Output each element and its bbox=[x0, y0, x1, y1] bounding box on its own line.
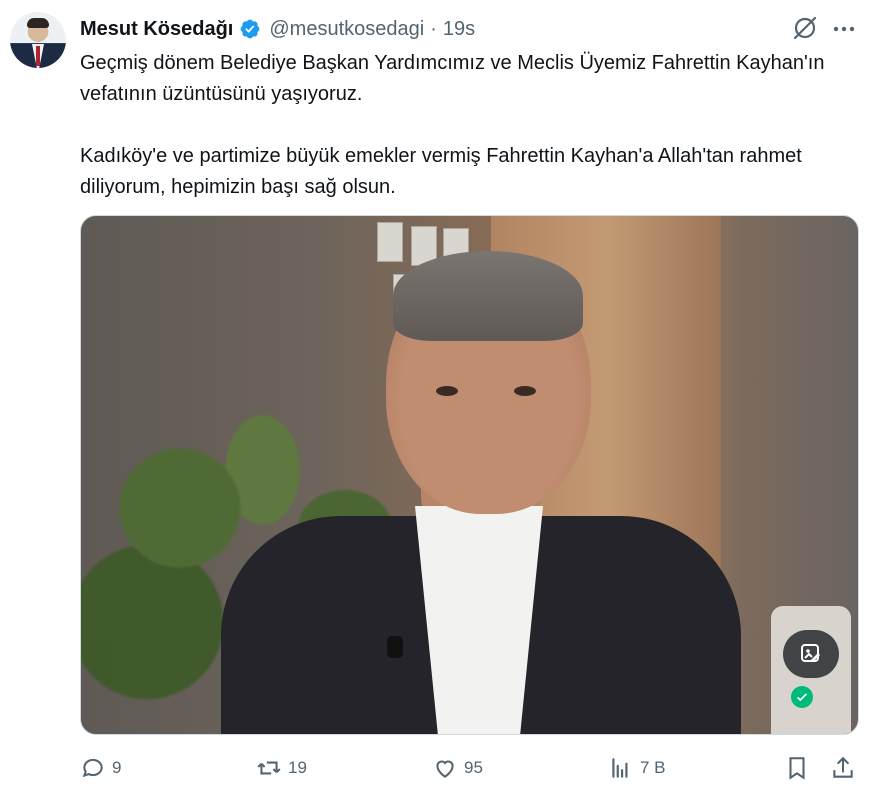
tweet-photo[interactable] bbox=[80, 215, 859, 735]
author-handle[interactable]: @mesutkosedagi bbox=[269, 18, 424, 41]
hair bbox=[393, 251, 583, 341]
lapel-mic bbox=[387, 636, 403, 658]
views-icon bbox=[612, 758, 628, 778]
tweet-time[interactable]: 19s bbox=[443, 18, 475, 41]
eye bbox=[436, 386, 458, 396]
checkmark-icon bbox=[791, 686, 813, 708]
views-button[interactable]: 7 B bbox=[608, 752, 666, 784]
light-switch bbox=[377, 222, 403, 262]
author-name[interactable]: Mesut Kösedağı bbox=[80, 18, 233, 41]
repost-icon bbox=[257, 761, 281, 775]
separator-dot: · bbox=[430, 17, 437, 40]
avatar-hair bbox=[27, 18, 49, 28]
repost-button[interactable]: 19 bbox=[256, 752, 307, 784]
heart-icon bbox=[436, 760, 454, 778]
tweet-header: Mesut Kösedağı @mesutkosedagi · 19s bbox=[80, 14, 859, 44]
tweet-actions: 9 19 95 7 B bbox=[80, 752, 860, 784]
tweet-text: Geçmiş dönem Belediye Başkan Yardımcımız… bbox=[80, 52, 825, 198]
repost-count: 19 bbox=[288, 758, 307, 777]
reply-count: 9 bbox=[112, 758, 122, 777]
share-icon bbox=[833, 756, 853, 778]
grok-icon[interactable] bbox=[791, 14, 819, 42]
image-edit-button[interactable] bbox=[783, 630, 839, 678]
eye bbox=[514, 386, 536, 396]
author-avatar[interactable] bbox=[10, 12, 66, 68]
share-button[interactable] bbox=[830, 752, 856, 784]
avatar-tie bbox=[36, 46, 40, 66]
views-count: 7 B bbox=[640, 758, 666, 777]
reply-icon bbox=[82, 758, 103, 778]
bookmark-button[interactable] bbox=[784, 752, 810, 784]
image-edit-icon bbox=[801, 644, 820, 662]
like-button[interactable]: 95 bbox=[432, 752, 483, 784]
like-count: 95 bbox=[464, 758, 483, 777]
verified-badge-icon[interactable] bbox=[239, 18, 261, 40]
reply-button[interactable]: 9 bbox=[80, 752, 121, 784]
bookmark-icon bbox=[789, 757, 805, 780]
more-icon[interactable] bbox=[831, 18, 857, 40]
